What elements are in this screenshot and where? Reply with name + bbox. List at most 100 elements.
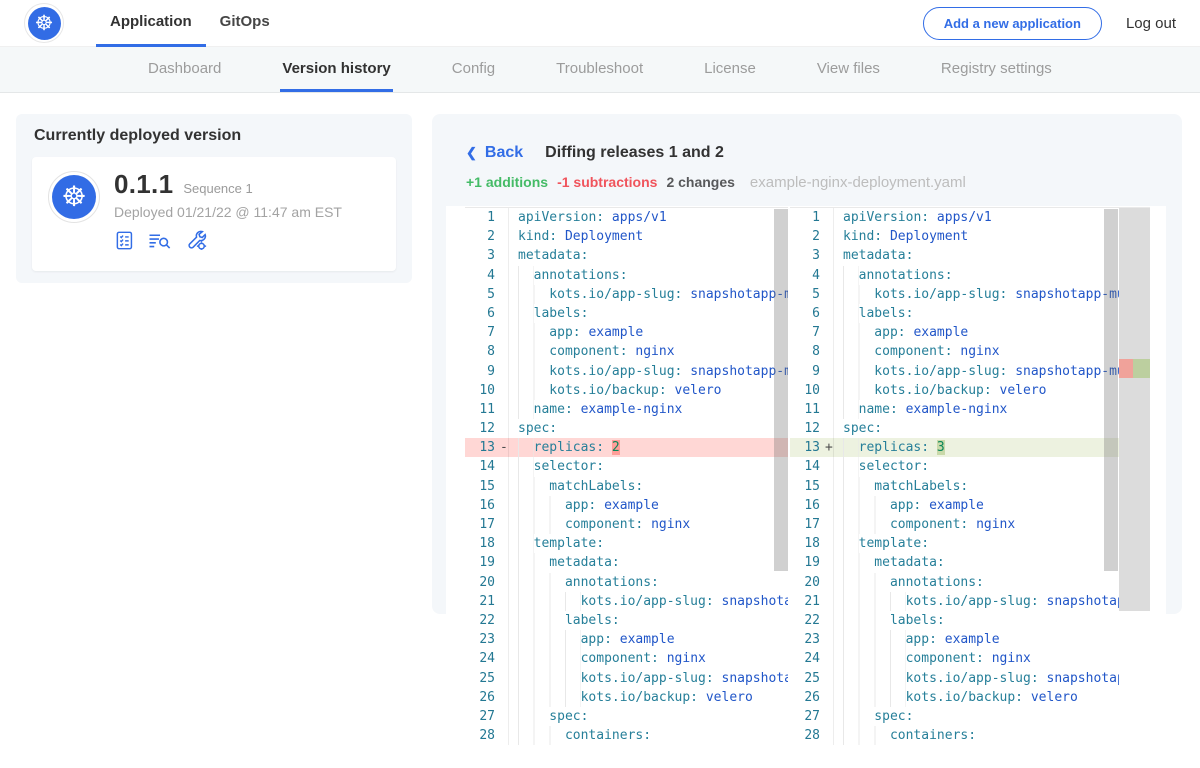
app-badge: ☸ bbox=[48, 171, 100, 223]
diff-overview-ruler bbox=[1119, 208, 1150, 611]
code-line-19: 19metadata: bbox=[465, 553, 788, 572]
subnav-license[interactable]: License bbox=[702, 47, 758, 92]
code-line-27: 27spec: bbox=[790, 707, 1119, 726]
code-line-26: 26kots.io/backup: velero bbox=[790, 688, 1119, 707]
code-line-5: 5kots.io/app-slug: snapshotapp-mu bbox=[790, 285, 1119, 304]
code-line-17: 17component: nginx bbox=[790, 515, 1119, 534]
code-line-13: 13-replicas: 2 bbox=[465, 438, 788, 457]
code-line-6: 6labels: bbox=[790, 304, 1119, 323]
logout-link[interactable]: Log out bbox=[1126, 15, 1176, 32]
code-line-21: 21kots.io/app-slug: snapshotap bbox=[790, 592, 1119, 611]
code-line-5: 5kots.io/app-slug: snapshotapp-mu bbox=[465, 285, 788, 304]
diff-editor-original: 1apiVersion: apps/v12kind: Deployment3me… bbox=[465, 207, 788, 745]
code-line-3: 3metadata: bbox=[790, 246, 1119, 265]
code-line-14: 14selector: bbox=[790, 457, 1119, 476]
kubernetes-logo-icon: ☸ bbox=[28, 7, 61, 40]
code-line-16: 16app: example bbox=[790, 496, 1119, 515]
version-actions bbox=[114, 229, 342, 251]
code-line-24: 24component: nginx bbox=[465, 649, 788, 668]
top-nav: ☸ Application GitOps Add a new applicati… bbox=[0, 0, 1200, 47]
code-line-1: 1apiVersion: apps/v1 bbox=[465, 208, 788, 227]
subnav-registry-settings[interactable]: Registry settings bbox=[939, 47, 1054, 92]
code-lines-modified: 1apiVersion: apps/v12kind: Deployment3me… bbox=[790, 208, 1119, 745]
code-line-28: 28containers: bbox=[465, 726, 788, 745]
code-line-17: 17component: nginx bbox=[465, 515, 788, 534]
deployed-card-title: Currently deployed version bbox=[34, 127, 396, 145]
diff-title: Diffing releases 1 and 2 bbox=[545, 144, 724, 162]
code-line-3: 3metadata: bbox=[465, 246, 788, 265]
subnav-view-files[interactable]: View files bbox=[815, 47, 882, 92]
code-line-11: 11name: example-nginx bbox=[790, 400, 1119, 419]
code-lines-original: 1apiVersion: apps/v12kind: Deployment3me… bbox=[465, 208, 788, 745]
additions-count: +1 additions bbox=[466, 174, 548, 190]
subnav-config[interactable]: Config bbox=[450, 47, 497, 92]
code-line-11: 11name: example-nginx bbox=[465, 400, 788, 419]
code-line-21: 21kots.io/app-slug: snapshotap bbox=[465, 592, 788, 611]
code-line-18: 18template: bbox=[465, 534, 788, 553]
top-nav-actions: Add a new application Log out bbox=[923, 7, 1176, 40]
tab-gitops[interactable]: GitOps bbox=[206, 0, 284, 47]
scrollbar-thumb-original[interactable] bbox=[774, 209, 788, 571]
code-line-7: 7app: example bbox=[465, 323, 788, 342]
scrollbar-thumb-modified[interactable] bbox=[1104, 209, 1118, 571]
code-line-4: 4annotations: bbox=[790, 266, 1119, 285]
logs-search-icon[interactable] bbox=[147, 230, 173, 251]
preflight-checklist-icon[interactable] bbox=[114, 230, 135, 251]
version-number: 0.1.1 bbox=[114, 169, 173, 200]
changes-count: 2 changes bbox=[666, 174, 734, 190]
code-line-26: 26kots.io/backup: velero bbox=[465, 688, 788, 707]
code-line-18: 18template: bbox=[790, 534, 1119, 553]
code-line-16: 16app: example bbox=[465, 496, 788, 515]
subnav-dashboard[interactable]: Dashboard bbox=[146, 47, 223, 92]
top-nav-tabs: Application GitOps bbox=[96, 0, 284, 47]
diff-editor-modified: 1apiVersion: apps/v12kind: Deployment3me… bbox=[790, 207, 1150, 745]
code-line-15: 15matchLabels: bbox=[465, 477, 788, 496]
code-line-2: 2kind: Deployment bbox=[790, 227, 1119, 246]
currently-deployed-card: Currently deployed version ☸ 0.1.1 Seque… bbox=[16, 114, 412, 283]
gutter-separator bbox=[508, 208, 509, 745]
deployed-version-card: ☸ 0.1.1 Sequence 1 Deployed 01/21/22 @ 1… bbox=[32, 157, 396, 271]
kubernetes-logo[interactable]: ☸ bbox=[24, 3, 64, 43]
gutter-separator bbox=[833, 208, 834, 745]
code-line-12: 12spec: bbox=[790, 419, 1119, 438]
code-line-14: 14selector: bbox=[465, 457, 788, 476]
code-line-25: 25kots.io/app-slug: snapshotap bbox=[465, 669, 788, 688]
code-line-15: 15matchLabels: bbox=[790, 477, 1119, 496]
code-line-1: 1apiVersion: apps/v1 bbox=[790, 208, 1119, 227]
back-link[interactable]: ❮ Back bbox=[466, 144, 523, 162]
code-line-8: 8component: nginx bbox=[465, 342, 788, 361]
ruler-deletion-mark bbox=[1119, 359, 1133, 378]
subnav-troubleshoot[interactable]: Troubleshoot bbox=[554, 47, 645, 92]
app-kubernetes-icon: ☸ bbox=[52, 175, 96, 219]
code-line-4: 4annotations: bbox=[465, 266, 788, 285]
code-line-12: 12spec: bbox=[465, 419, 788, 438]
code-line-19: 19metadata: bbox=[790, 553, 1119, 572]
deployed-timestamp: Deployed 01/21/22 @ 11:47 am EST bbox=[114, 204, 342, 220]
subnav-version-history[interactable]: Version history bbox=[280, 47, 392, 92]
code-line-7: 7app: example bbox=[790, 323, 1119, 342]
code-line-20: 20annotations: bbox=[790, 573, 1119, 592]
code-line-20: 20annotations: bbox=[465, 573, 788, 592]
code-line-9: 9kots.io/app-slug: snapshotapp-mu bbox=[465, 362, 788, 381]
code-line-13: 13+replicas: 3 bbox=[790, 438, 1119, 457]
code-line-6: 6labels: bbox=[465, 304, 788, 323]
code-line-24: 24component: nginx bbox=[790, 649, 1119, 668]
diff-editors-panel: 1apiVersion: apps/v12kind: Deployment3me… bbox=[446, 206, 1166, 746]
code-line-23: 23app: example bbox=[790, 630, 1119, 649]
back-chevron-icon: ❮ bbox=[466, 145, 477, 161]
add-application-button[interactable]: Add a new application bbox=[923, 7, 1102, 40]
tab-gitops-label: GitOps bbox=[220, 13, 270, 30]
code-line-22: 22labels: bbox=[465, 611, 788, 630]
code-line-10: 10kots.io/backup: velero bbox=[790, 381, 1119, 400]
code-line-27: 27spec: bbox=[465, 707, 788, 726]
code-line-10: 10kots.io/backup: velero bbox=[465, 381, 788, 400]
code-line-9: 9kots.io/app-slug: snapshotapp-mu bbox=[790, 362, 1119, 381]
code-line-22: 22labels: bbox=[790, 611, 1119, 630]
wrench-gear-icon[interactable] bbox=[185, 229, 207, 251]
code-line-8: 8component: nginx bbox=[790, 342, 1119, 361]
sequence-label: Sequence 1 bbox=[183, 181, 252, 196]
diff-filename: example-nginx-deployment.yaml bbox=[750, 174, 966, 191]
back-label: Back bbox=[485, 144, 523, 162]
app-subnav: Dashboard Version history Config Trouble… bbox=[0, 47, 1200, 93]
tab-application[interactable]: Application bbox=[96, 0, 206, 47]
